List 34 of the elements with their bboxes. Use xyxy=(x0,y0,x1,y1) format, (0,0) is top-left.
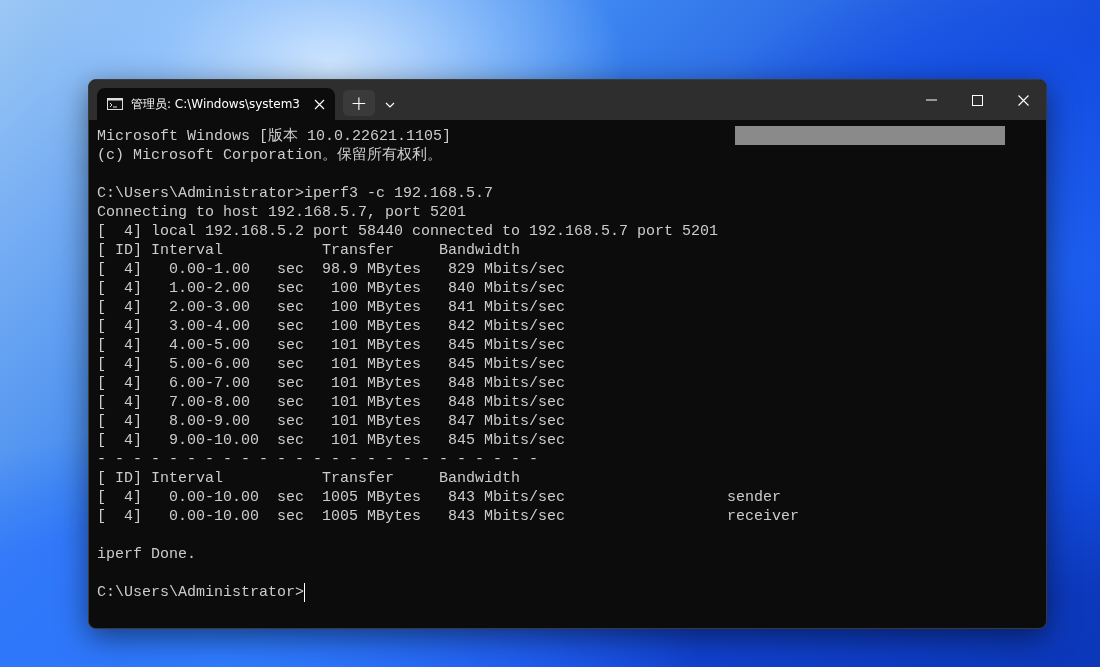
maximize-icon xyxy=(971,94,983,106)
terminal-line: [ 4] 2.00-3.00 sec 100 MBytes 841 Mbits/sec xyxy=(97,298,566,317)
terminal-line: [ 4] 6.00-7.00 sec 101 MBytes 848 Mbits/sec xyxy=(97,374,566,393)
terminal-line: (c) Microsoft Corporation。保留所有权利。 xyxy=(97,146,443,165)
close-tab-button[interactable] xyxy=(314,98,325,110)
terminal-line: C:\Users\Administrator>iperf3 -c 192.168.5.7 xyxy=(97,184,494,203)
terminal-line: [ 4] 0.00-10.00 sec 1005 MBytes 843 Mbits/sec sender xyxy=(97,488,782,507)
close-icon xyxy=(314,98,325,110)
new-tab-button[interactable]: + xyxy=(343,90,375,116)
minimize-icon xyxy=(925,99,937,101)
terminal-line: [ 4] 0.00-1.00 sec 98.9 MBytes 829 Mbits/sec xyxy=(97,260,566,279)
terminal-line: [ 4] 8.00-9.00 sec 101 MBytes 847 Mbits/sec xyxy=(97,412,566,431)
terminal-line: [ 4] local 192.168.5.2 port 58440 connected to 192.168.5.7 port 5201 xyxy=(97,222,719,241)
terminal-line: Microsoft Windows [版本 10.0.22621.1105] xyxy=(97,127,452,146)
terminal-line: iperf Done. xyxy=(97,545,197,564)
tab[interactable]: 管理员: C:\Windows\system3 xyxy=(97,88,335,120)
close-icon xyxy=(1017,94,1029,106)
terminal-line: - - - - - - - - - - - - - - - - - - - - - - - - - xyxy=(97,450,539,469)
tab-title: 管理员: C:\Windows\system3 xyxy=(131,95,301,113)
terminal-line: [ 4] 0.00-10.00 sec 1005 MBytes 843 Mbits/sec receiver xyxy=(97,507,800,526)
console-icon xyxy=(107,98,123,110)
terminal-line: [ 4] 3.00-4.00 sec 100 MBytes 842 Mbits/sec xyxy=(97,317,566,336)
text-cursor xyxy=(304,583,306,602)
caret-icon xyxy=(385,102,395,108)
command-prompt: C:\Users\Administrator> xyxy=(97,583,305,602)
terminal-line: [ 4] 9.00-10.00 sec 101 MBytes 845 Mbits/sec xyxy=(97,431,566,450)
terminal-line: Connecting to host 192.168.5.7, port 5201 xyxy=(97,203,467,222)
terminal-line: [ ID] Interval Transfer Bandwidth xyxy=(97,241,521,260)
dropdown-button[interactable] xyxy=(385,102,395,108)
terminal-line: [ 4] 5.00-6.00 sec 101 MBytes 845 Mbits/sec xyxy=(97,355,566,374)
terminal-line: [ 4] 1.00-2.00 sec 100 MBytes 840 Mbits/sec xyxy=(97,279,566,298)
terminal-line: [ 4] 7.00-8.00 sec 101 MBytes 848 Mbits/sec xyxy=(97,393,566,412)
terminal-line: [ 4] 4.00-5.00 sec 101 MBytes 845 Mbits/sec xyxy=(97,336,566,355)
terminal-line: [ ID] Interval Transfer Bandwidth xyxy=(97,469,521,488)
